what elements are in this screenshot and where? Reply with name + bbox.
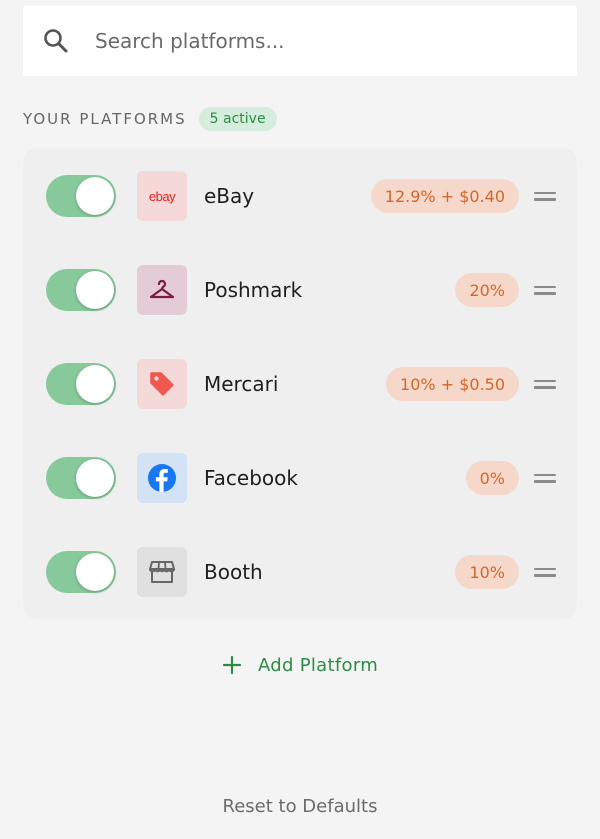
drag-handle-icon[interactable] [534, 191, 556, 201]
drag-handle-icon[interactable] [534, 567, 556, 577]
fee-badge[interactable]: 0% [465, 461, 519, 495]
price-tag-icon [137, 359, 187, 409]
hanger-icon [137, 265, 187, 315]
toggle-knob [76, 553, 114, 591]
toggle-knob [76, 365, 114, 403]
storefront-icon [137, 547, 187, 597]
platform-toggle-ebay[interactable] [46, 175, 116, 217]
platform-row-booth: Booth 10% [23, 525, 577, 619]
fee-badge[interactable]: 10% + $0.50 [386, 367, 519, 401]
toggle-knob [76, 177, 114, 215]
drag-handle-icon[interactable] [534, 379, 556, 389]
platform-name: Facebook [204, 466, 298, 490]
toggle-knob [76, 271, 114, 309]
plus-icon [222, 655, 242, 675]
toggle-knob [76, 459, 114, 497]
drag-handle-icon[interactable] [534, 473, 556, 483]
section-header: YOUR PLATFORMS 5 active [23, 105, 277, 133]
platform-row-mercari: Mercari 10% + $0.50 [23, 337, 577, 431]
platform-toggle-poshmark[interactable] [46, 269, 116, 311]
section-title: YOUR PLATFORMS [23, 110, 187, 128]
add-platform-label: Add Platform [257, 654, 379, 676]
reset-defaults-button[interactable]: Reset to Defaults [0, 796, 600, 817]
facebook-icon [137, 453, 187, 503]
platform-name: Mercari [204, 372, 279, 396]
platform-name: Poshmark [204, 278, 303, 302]
search-bar[interactable] [23, 6, 577, 76]
add-platform-button[interactable]: Add Platform [0, 650, 600, 680]
ebay-logo-text: ebay [148, 188, 176, 204]
drag-handle-icon[interactable] [534, 285, 556, 295]
platform-toggle-mercari[interactable] [46, 363, 116, 405]
platform-name: eBay [204, 184, 255, 208]
fee-badge[interactable]: 10% [455, 555, 519, 589]
platform-row-facebook: Facebook 0% [23, 431, 577, 525]
platform-toggle-booth[interactable] [46, 551, 116, 593]
fee-badge[interactable]: 12.9% + $0.40 [370, 179, 519, 213]
ebay-logo: ebay [137, 171, 187, 221]
search-input[interactable] [95, 29, 535, 53]
platform-row-ebay: ebay eBay 12.9% + $0.40 [23, 149, 577, 243]
platform-list: ebay eBay 12.9% + $0.40 Poshmark 20% Mer… [23, 148, 577, 619]
active-count-badge: 5 active [198, 107, 277, 131]
platform-name: Booth [204, 560, 263, 584]
search-icon [43, 28, 69, 54]
fee-badge[interactable]: 20% [455, 273, 519, 307]
platform-row-poshmark: Poshmark 20% [23, 243, 577, 337]
platform-toggle-facebook[interactable] [46, 457, 116, 499]
